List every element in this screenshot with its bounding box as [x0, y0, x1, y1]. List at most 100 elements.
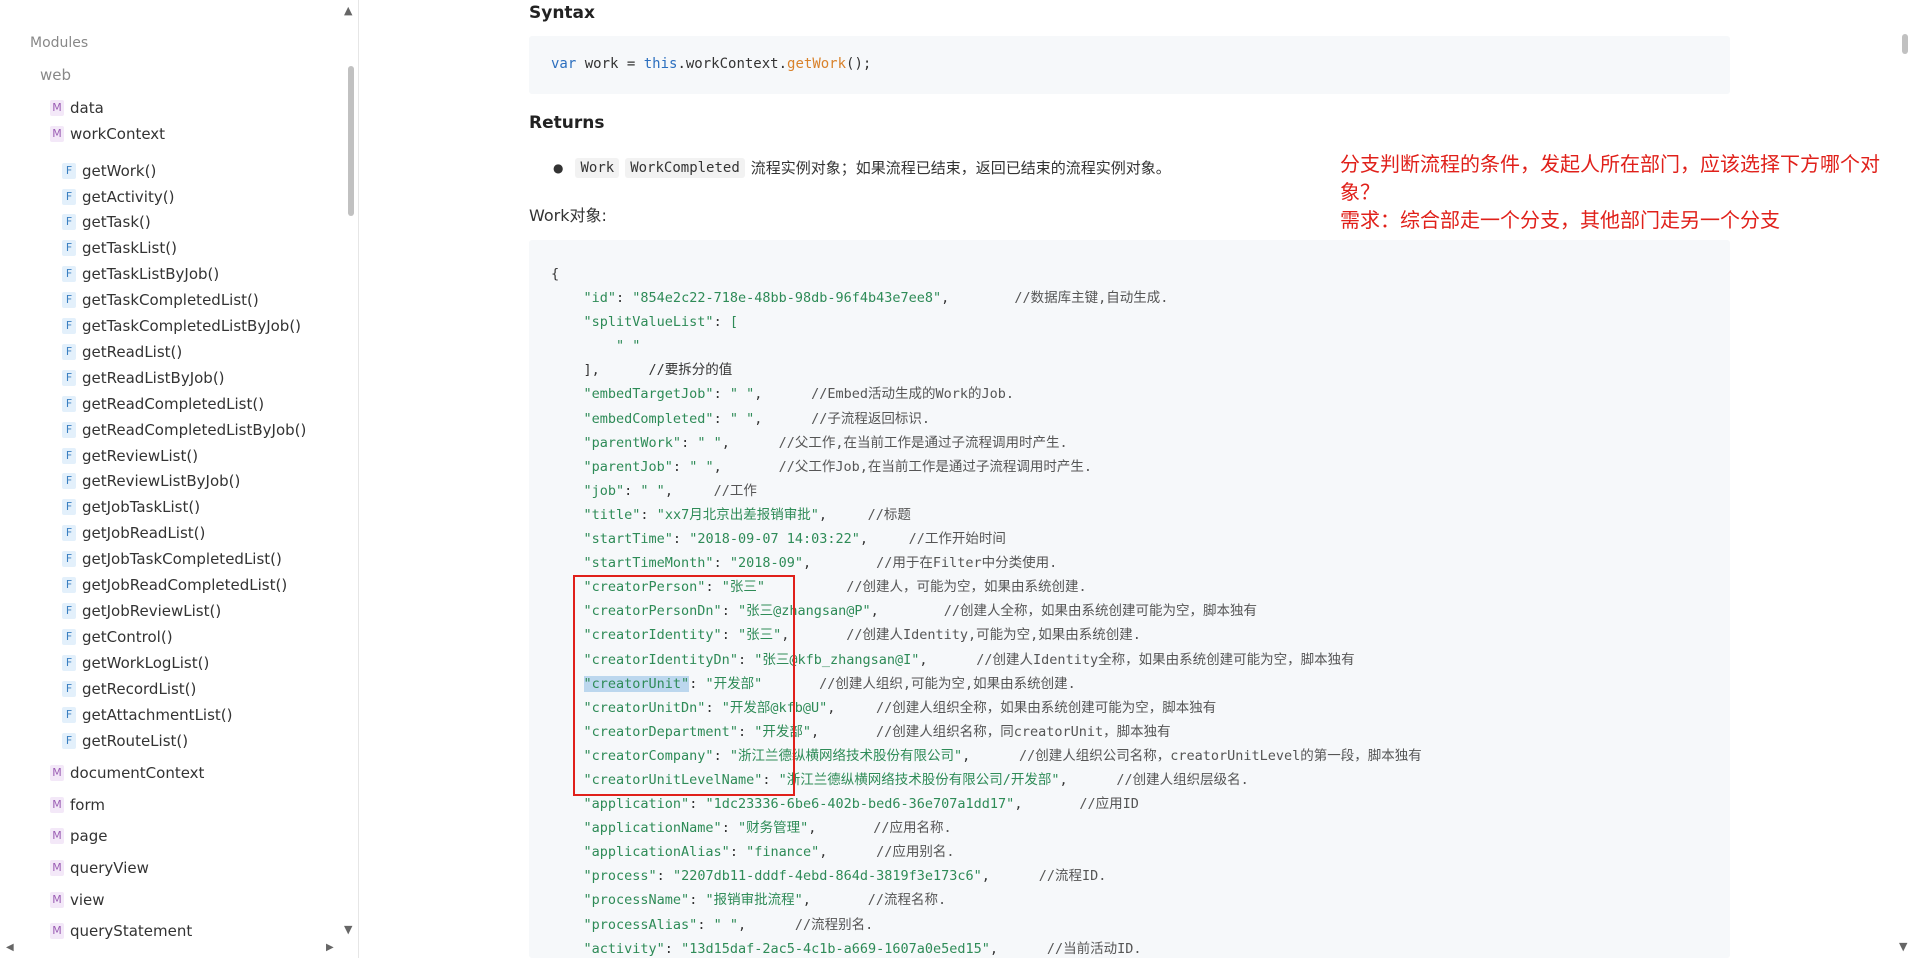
sidebar-item[interactable]: MqueryStatement — [50, 920, 192, 942]
code-comment: //用于在Filter中分类使用. — [876, 555, 1058, 572]
sidebar-item[interactable]: FgetTaskListByJob() — [62, 263, 219, 285]
code-key: "startTime" — [583, 531, 673, 548]
code-separator: , — [754, 386, 812, 403]
scroll-down-arrow-icon[interactable]: ▼ — [344, 923, 352, 936]
sidebar-item-label: form — [70, 796, 105, 814]
sidebar-item[interactable]: FgetTask() — [62, 211, 151, 233]
sidebar-horizontal-scrollbar[interactable]: ◀ ▶ — [0, 942, 340, 958]
sidebar-item-label: view — [70, 891, 105, 909]
code-value: "2207db11-dddf-4ebd-864d-3819f3e173c6" — [672, 868, 982, 885]
sidebar-item[interactable]: FgetTaskList() — [62, 237, 177, 259]
code-colon: : — [721, 820, 738, 837]
code-line: "job": " ", //工作 — [551, 479, 1422, 503]
sidebar-item[interactable]: FgetJobReadList() — [62, 522, 205, 544]
sidebar-scrollbar-thumb[interactable] — [348, 66, 354, 216]
sidebar-item[interactable]: FgetJobTaskList() — [62, 496, 200, 518]
code-line: ], //要拆分的值 — [551, 358, 1422, 382]
module-icon: M — [50, 126, 64, 142]
code-separator: , — [810, 723, 877, 740]
sidebar-item[interactable]: FgetAttachmentList() — [62, 704, 233, 726]
code-separator: , — [721, 434, 779, 451]
sidebar-item[interactable]: FgetJobReadCompletedList() — [62, 574, 287, 596]
sidebar-item[interactable]: Mpage — [50, 825, 107, 847]
scroll-right-arrow-icon[interactable]: ▶ — [326, 942, 334, 953]
function-icon: F — [62, 577, 76, 593]
sidebar-item-label: getActivity() — [82, 188, 175, 206]
sidebar-item-label: getReviewListByJob() — [82, 472, 241, 490]
sidebar-item[interactable]: FgetRouteList() — [62, 730, 188, 752]
code-separator: , — [870, 603, 944, 620]
function-icon: F — [62, 189, 76, 205]
sidebar-item[interactable]: FgetWork() — [62, 160, 156, 182]
sidebar-item-label: getControl() — [82, 628, 173, 646]
web-section-label[interactable]: web — [40, 66, 71, 84]
code-colon: : — [616, 290, 633, 307]
sidebar-item[interactable]: MworkContext — [50, 123, 165, 145]
page-scrollbar-thumb[interactable] — [1902, 34, 1908, 54]
module-icon: M — [50, 892, 64, 908]
sidebar-item[interactable]: FgetReadList() — [62, 341, 182, 363]
code-separator: , — [859, 531, 909, 548]
page-scroll-down-icon[interactable]: ▼ — [1899, 940, 1907, 953]
return-type-work: Work — [575, 157, 620, 178]
annotation-question: 分支判断流程的条件，发起人所在部门，应该选择下方哪个对象？ — [1340, 152, 1880, 204]
code-colon: : — [672, 458, 690, 475]
sidebar-item[interactable]: Mdata — [50, 97, 104, 119]
sidebar-item[interactable]: FgetJobReviewList() — [62, 600, 221, 622]
code-value: "财务管理" — [737, 820, 809, 837]
sidebar-item[interactable]: Mview — [50, 889, 105, 911]
sidebar-item[interactable]: FgetJobTaskCompletedList() — [62, 548, 282, 570]
returns-heading: Returns — [529, 113, 605, 133]
sidebar-item[interactable]: MqueryView — [50, 857, 149, 879]
code-key: "startTimeMonth" — [583, 555, 714, 572]
code-colon: : — [681, 434, 698, 451]
syntax-code: var work = this.workContext.getWork(); — [551, 56, 871, 72]
sidebar-item-label: getTaskCompletedListByJob() — [82, 317, 302, 335]
scroll-up-arrow-icon[interactable]: ▲ — [344, 4, 352, 17]
sidebar-item[interactable]: FgetReadListByJob() — [62, 367, 225, 389]
sidebar-item-label: getReadCompletedList() — [82, 395, 265, 413]
sidebar-item-label: queryStatement — [70, 922, 193, 940]
sidebar-item[interactable]: FgetTaskCompletedList() — [62, 289, 259, 311]
code-comment: //应用别名. — [876, 844, 955, 861]
sidebar-item[interactable]: FgetReviewListByJob() — [62, 470, 240, 492]
code-colon: : — [624, 482, 641, 499]
sidebar-item[interactable]: FgetWorkLogList() — [62, 652, 209, 674]
code-key: "activity" — [583, 940, 665, 957]
sidebar-item[interactable]: MdocumentContext — [50, 762, 204, 784]
code-colon: : — [640, 506, 657, 523]
work-object-label: Work对象: — [529, 206, 607, 225]
code-colon: : — [689, 796, 706, 813]
code-key: "embedCompleted" — [583, 410, 714, 427]
sidebar-item-label: getJobTaskList() — [82, 498, 201, 516]
code-value: "1dc23336-6be6-402b-bed6-36e707a1dd17" — [705, 796, 1015, 813]
code-comment: //创建人组织层级名. — [1116, 771, 1249, 788]
code-comment: //流程名称. — [867, 892, 947, 909]
module-icon: M — [50, 860, 64, 876]
sidebar-item[interactable]: Mform — [50, 794, 105, 816]
sidebar-item-label: getWork() — [82, 162, 157, 180]
code-value: "13d15daf-2ac5-4c1b-a669-1607a0e5ed15" — [681, 940, 990, 957]
sidebar-item[interactable]: FgetReviewList() — [62, 445, 198, 467]
sidebar-item[interactable]: FgetReadCompletedListByJob() — [62, 419, 306, 441]
sidebar-item-label: getAttachmentList() — [82, 706, 233, 724]
function-icon: F — [62, 707, 76, 723]
sidebar-item[interactable]: FgetReadCompletedList() — [62, 393, 264, 415]
code-key: "parentWork" — [583, 434, 682, 451]
code-line: "processName": "报销审批流程", //流程名称. — [551, 888, 1422, 912]
code-colon: : — [713, 386, 730, 403]
code-comment: //创建人Identity全称，如果由系统创建可能为空，脚本独有 — [976, 651, 1355, 668]
scroll-left-arrow-icon[interactable]: ◀ — [6, 942, 14, 953]
sidebar-item[interactable]: FgetTaskCompletedListByJob() — [62, 315, 301, 337]
sidebar-item[interactable]: FgetActivity() — [62, 186, 174, 208]
module-icon: M — [50, 828, 64, 844]
sidebar-item[interactable]: FgetRecordList() — [62, 678, 196, 700]
sidebar-item[interactable]: FgetControl() — [62, 626, 173, 648]
function-icon: F — [62, 603, 76, 619]
